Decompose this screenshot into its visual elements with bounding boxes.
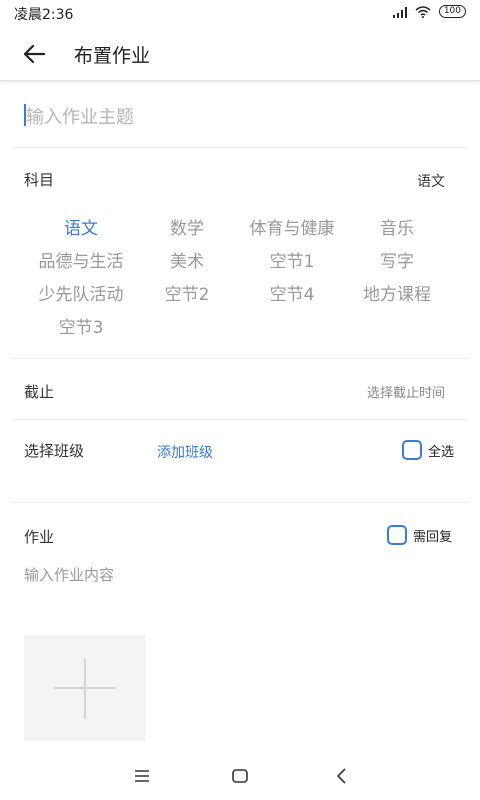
add-class-link[interactable]: 添加班级 [157,442,213,462]
menu-icon[interactable] [130,766,154,786]
add-image-button[interactable] [24,635,146,741]
text-cursor [24,104,26,126]
subject-label: 科目 [24,171,55,189]
divider [12,502,468,503]
back-nav-icon[interactable] [330,766,354,786]
checkbox-icon [387,525,407,545]
page-title: 布置作业 [74,45,151,67]
wifi-icon [415,5,431,18]
status-time: 凌晨2:36 [14,7,74,23]
topic-input[interactable] [24,102,458,132]
divider [12,419,468,420]
subject-option[interactable]: 空节3 [16,313,146,338]
checkbox-icon [402,440,422,460]
class-label: 选择班级 [24,442,85,460]
title-bar: 布置作业 [0,26,480,81]
system-nav-bar [0,752,480,800]
select-all-label: 全选 [428,444,455,460]
divider [12,358,468,359]
subject-option[interactable]: 音乐 [332,214,462,239]
subject-option[interactable]: 地方课程 [332,280,462,305]
battery-icon: 100 [438,5,466,18]
status-bar: 凌晨2:36 100 [0,0,480,26]
divider [12,147,468,148]
status-icons: 100 [392,5,466,18]
deadline-label: 截止 [24,383,55,401]
homework-content-input[interactable]: 输入作业内容 [24,564,114,585]
need-reply-label: 需回复 [413,529,453,545]
select-all-checkbox[interactable]: 全选 [402,440,454,460]
selected-subject-value[interactable]: 语文 [417,171,445,191]
signal-icon [392,6,407,18]
subject-option[interactable]: 写字 [332,247,462,272]
deadline-picker[interactable]: 选择截止时间 [367,382,445,401]
homework-label: 作业 [24,528,55,546]
plus-icon [84,659,86,719]
back-arrow-icon[interactable] [20,40,48,68]
home-icon[interactable] [228,766,252,786]
need-reply-checkbox[interactable]: 需回复 [387,525,452,545]
